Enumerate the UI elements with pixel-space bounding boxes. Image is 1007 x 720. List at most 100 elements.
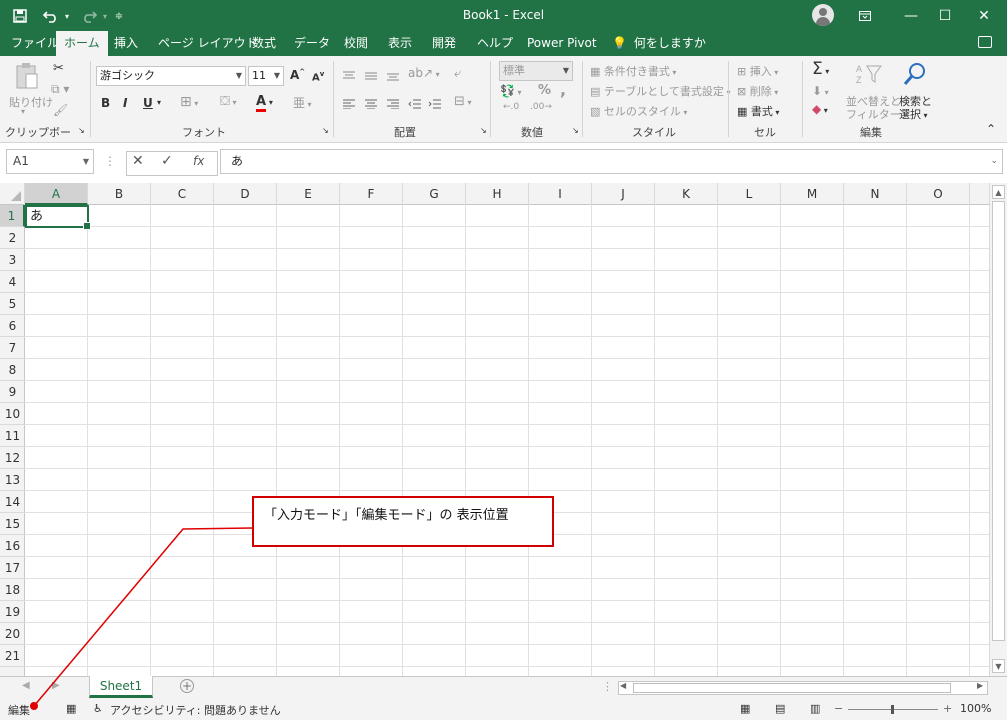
wrap-text-icon[interactable]: ⤶ <box>454 66 461 81</box>
column-header-k[interactable]: K <box>655 183 718 205</box>
shrink-font-button[interactable]: Av <box>312 70 324 83</box>
row-header-16[interactable]: 16 <box>0 535 25 557</box>
increase-indent-icon[interactable] <box>428 98 442 112</box>
cancel-entry-icon[interactable]: ✕ <box>132 153 144 169</box>
align-center-icon[interactable] <box>364 98 378 112</box>
scroll-left-icon[interactable]: ◀ <box>620 681 626 690</box>
vertical-scroll-thumb[interactable] <box>992 201 1005 641</box>
column-header-o[interactable]: O <box>907 183 970 205</box>
collapse-ribbon-icon[interactable]: ⌃ <box>986 122 996 136</box>
tab-home[interactable]: ホーム <box>56 31 108 57</box>
font-color-button[interactable]: A ▾ <box>256 94 273 112</box>
next-sheet-icon[interactable]: ▶ <box>52 680 60 691</box>
column-header-i[interactable]: I <box>529 183 592 205</box>
format-cells-button[interactable]: ▦ 書式 ▾ <box>737 103 779 119</box>
font-size-select[interactable]: 11 ▼ <box>248 66 284 86</box>
comma-button[interactable]: , <box>560 80 566 99</box>
zoom-in-icon[interactable]: + <box>943 702 952 715</box>
name-box[interactable]: A1 ▼ <box>6 149 94 174</box>
insert-function-button[interactable]: fx <box>193 154 204 168</box>
zoom-out-icon[interactable]: − <box>834 702 843 715</box>
account-avatar-icon[interactable] <box>812 4 834 26</box>
copy-icon[interactable]: ⧉ ▾ <box>51 82 69 97</box>
align-right-icon[interactable] <box>386 98 400 112</box>
fill-icon[interactable]: ⬇ ▾ <box>812 84 829 98</box>
row-header-20[interactable]: 20 <box>0 623 25 645</box>
scroll-down-icon[interactable]: ▼ <box>992 659 1005 673</box>
column-header-j[interactable]: J <box>592 183 655 205</box>
row-header-11[interactable]: 11 <box>0 425 25 447</box>
scroll-right-icon[interactable]: ▶ <box>977 681 983 690</box>
scroll-up-icon[interactable]: ▲ <box>992 185 1005 199</box>
tell-me-search[interactable]: 💡 何をしますか <box>604 31 714 56</box>
column-header-a[interactable]: A <box>25 183 88 205</box>
page-break-view-icon[interactable]: ▥ <box>810 702 820 715</box>
comments-icon[interactable] <box>978 36 992 48</box>
merge-center-icon[interactable]: ⊟ ▾ <box>454 94 471 109</box>
row-header-4[interactable]: 4 <box>0 271 25 293</box>
column-header-c[interactable]: C <box>151 183 214 205</box>
grow-font-button[interactable]: A^ <box>290 68 305 82</box>
percent-button[interactable]: % <box>538 83 551 98</box>
row-header-7[interactable]: 7 <box>0 337 25 359</box>
zoom-level[interactable]: 100% <box>960 702 991 715</box>
normal-view-icon[interactable]: ▦ <box>740 702 750 715</box>
autosum-button[interactable]: Σ ▾ <box>812 59 829 79</box>
insert-cells-button[interactable]: ⊞ 挿入 ▾ <box>737 63 778 79</box>
column-header-l[interactable]: L <box>718 183 781 205</box>
column-header-e[interactable]: E <box>277 183 340 205</box>
row-header-18[interactable]: 18 <box>0 579 25 601</box>
expand-formula-bar-icon[interactable]: ⌄ <box>990 150 998 173</box>
horizontal-scroll-thumb[interactable] <box>633 683 951 693</box>
formula-input[interactable]: あ ⌄ <box>220 149 1003 174</box>
cell-styles-button[interactable]: ▧ セルのスタイル ▾ <box>590 103 687 119</box>
row-header-9[interactable]: 9 <box>0 381 25 403</box>
font-name-select[interactable]: 游ゴシック ▼ <box>96 66 246 86</box>
increase-decimal-icon[interactable]: ←.0 <box>503 102 519 112</box>
align-bottom-icon[interactable] <box>386 70 400 84</box>
row-header-1[interactable]: 1 <box>0 205 25 227</box>
column-header-h[interactable]: H <box>466 183 529 205</box>
sheet-tab-sheet1[interactable]: Sheet1 <box>89 676 153 698</box>
orientation-icon[interactable]: ab↗ ▾ <box>408 66 440 80</box>
vertical-scrollbar[interactable]: ▲ ▼ <box>989 183 1007 676</box>
find-select-icon[interactable] <box>903 62 927 91</box>
underline-button[interactable]: U <box>143 96 153 110</box>
new-sheet-icon[interactable]: + <box>180 679 194 693</box>
paste-icon[interactable] <box>15 62 39 90</box>
row-header-5[interactable]: 5 <box>0 293 25 315</box>
decrease-decimal-icon[interactable]: .00→ <box>530 102 552 112</box>
conditional-formatting-button[interactable]: ▦ 条件付き書式 ▾ <box>590 63 676 79</box>
tab-insert[interactable]: 挿入 <box>106 31 146 56</box>
tab-split-handle-icon[interactable]: ⋮ <box>602 680 613 693</box>
number-launcher-icon[interactable]: ↘ <box>572 126 579 135</box>
paste-dropdown-icon[interactable]: ▾ <box>21 107 25 116</box>
align-middle-icon[interactable] <box>364 70 378 84</box>
macro-record-icon[interactable]: ▦ <box>66 702 76 715</box>
accessibility-status[interactable]: アクセシビリティ: 問題ありません <box>110 702 281 718</box>
row-header-8[interactable]: 8 <box>0 359 25 381</box>
underline-dropdown-icon[interactable]: ▾ <box>157 98 161 107</box>
row-header-17[interactable]: 17 <box>0 557 25 579</box>
column-header-n[interactable]: N <box>844 183 907 205</box>
column-header-f[interactable]: F <box>340 183 403 205</box>
accessibility-icon[interactable]: ♿ <box>93 702 103 715</box>
fill-color-icon[interactable]: ⛋ ▾ <box>220 94 236 109</box>
number-format-select[interactable]: 標準 ▼ <box>499 61 573 81</box>
cell-area[interactable] <box>25 205 989 676</box>
column-header-b[interactable]: B <box>88 183 151 205</box>
row-header-2[interactable]: 2 <box>0 227 25 249</box>
find-select-label-2[interactable]: 選択 ▾ <box>899 106 928 122</box>
bold-button[interactable]: B <box>101 96 110 110</box>
zoom-slider-thumb[interactable] <box>891 705 894 714</box>
alignment-launcher-icon[interactable]: ↘ <box>480 126 487 135</box>
tab-help[interactable]: ヘルプ <box>469 31 521 56</box>
borders-icon[interactable]: ⊞ ▾ <box>180 94 198 110</box>
prev-sheet-icon[interactable]: ◀ <box>22 680 30 691</box>
align-left-icon[interactable] <box>342 98 356 112</box>
row-header-10[interactable]: 10 <box>0 403 25 425</box>
clear-icon[interactable]: ◆ ▾ <box>812 102 828 116</box>
tab-view[interactable]: 表示 <box>380 31 420 56</box>
tab-power-pivot[interactable]: Power Pivot <box>519 31 605 56</box>
column-header-g[interactable]: G <box>403 183 466 205</box>
